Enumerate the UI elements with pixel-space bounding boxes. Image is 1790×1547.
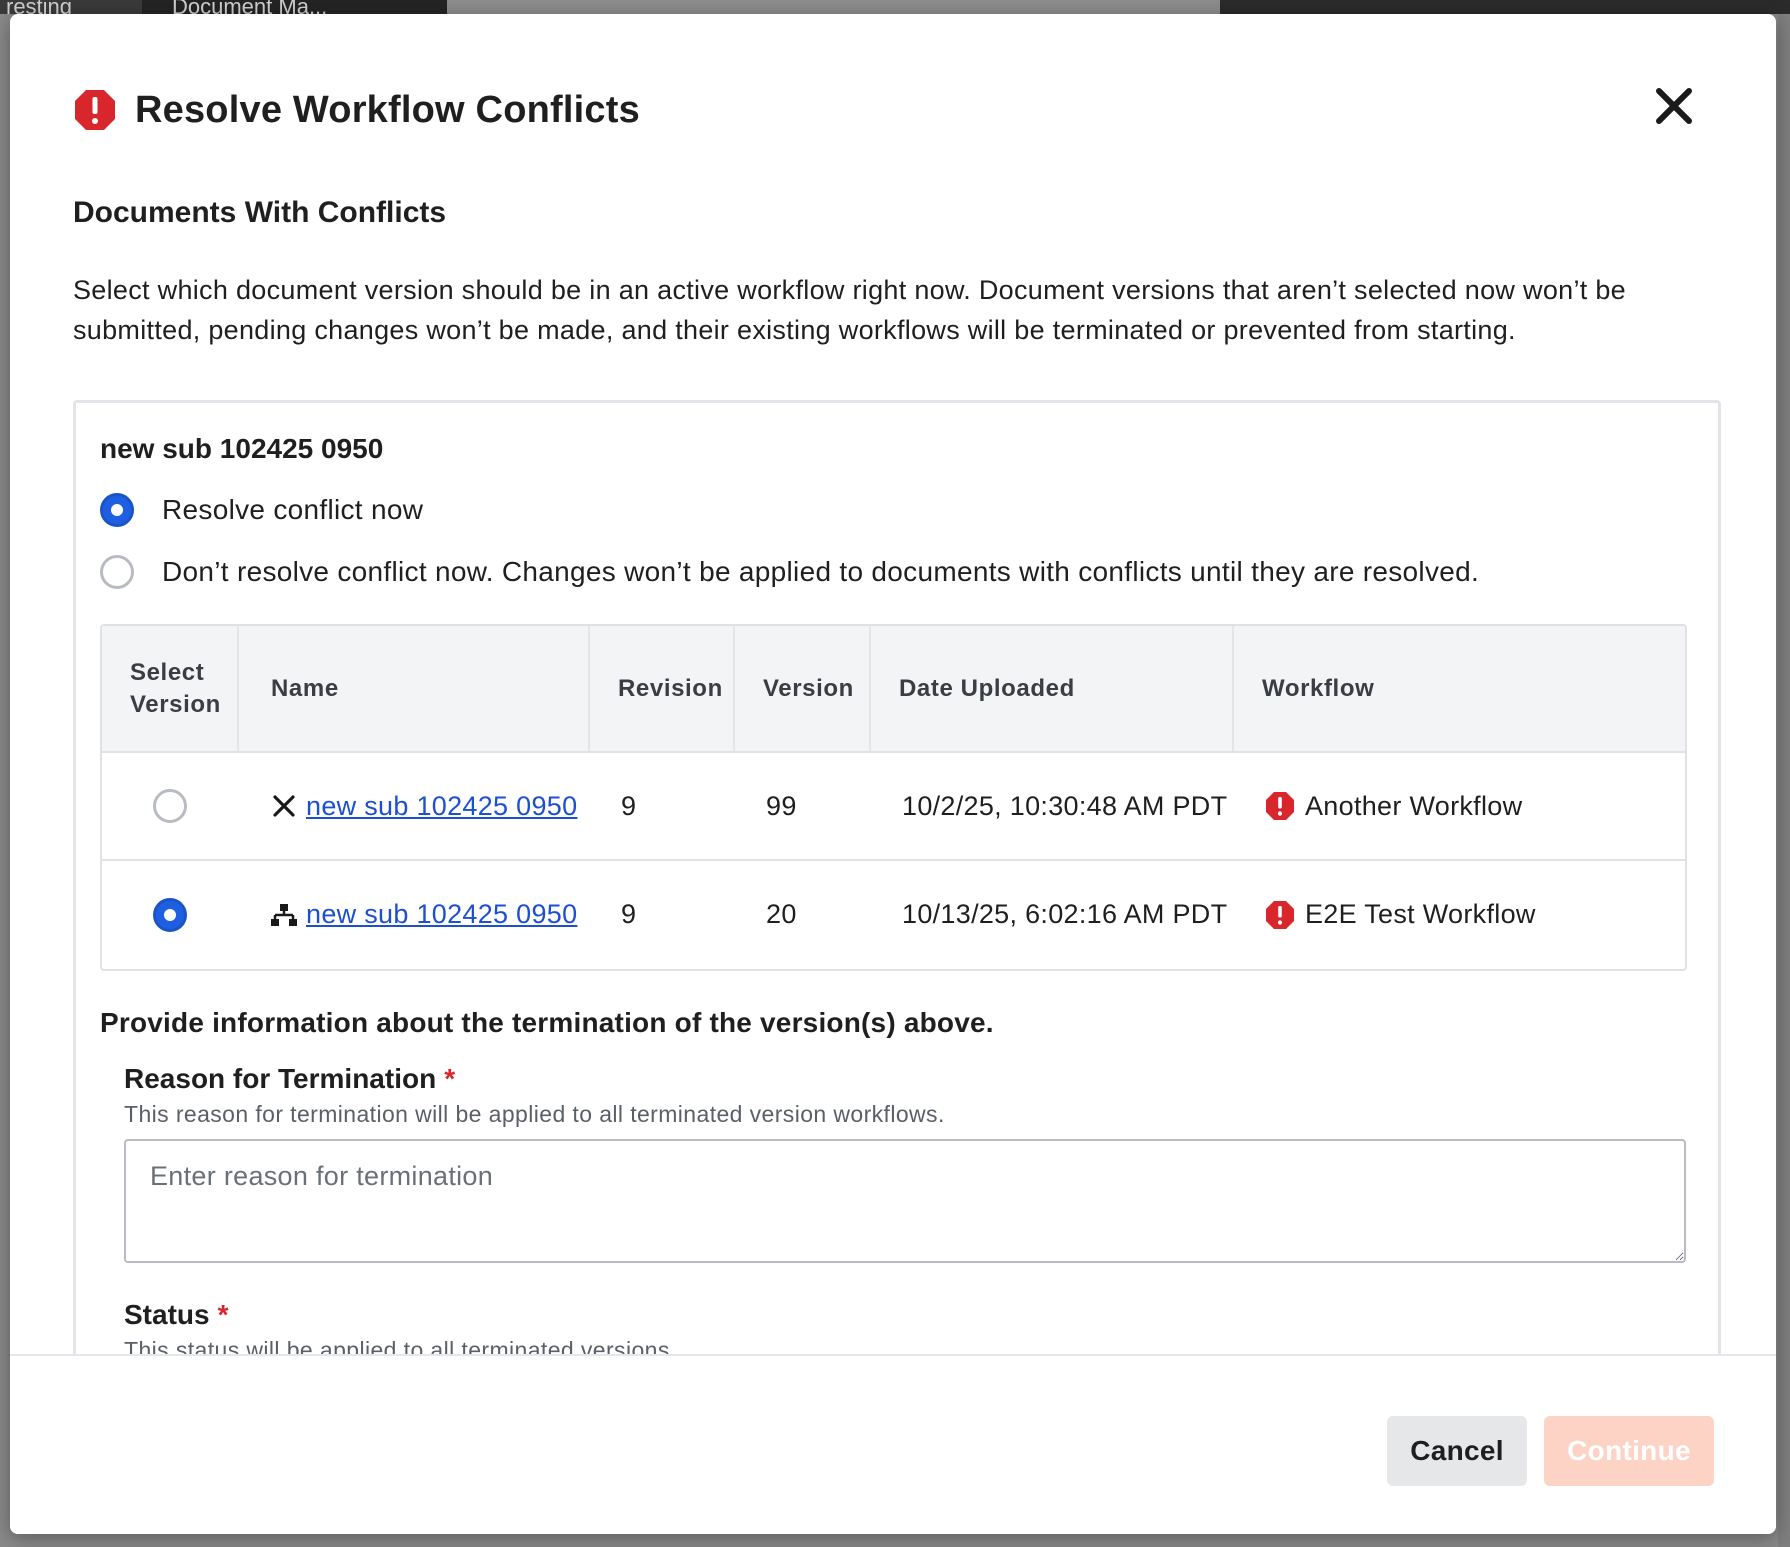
column-header-workflow: Workflow	[1233, 626, 1685, 753]
close-icon	[1656, 88, 1692, 124]
status-helper-text: This status will be applied to all termi…	[124, 1337, 677, 1354]
continue-button[interactable]: Continue	[1544, 1416, 1714, 1486]
resolve-later-option[interactable]: Don’t resolve conflict now. Changes won’…	[100, 555, 1479, 589]
revision-cell: 9	[621, 790, 637, 821]
status-label-text: Status	[124, 1299, 210, 1330]
select-version-radio[interactable]	[153, 897, 187, 932]
column-header-select-version: Select Version	[102, 626, 239, 753]
reason-input[interactable]	[124, 1139, 1686, 1263]
workflow-cell: Another Workflow	[1233, 752, 1685, 860]
select-version-radio[interactable]	[153, 789, 187, 823]
date-uploaded-cell: 10/2/25, 10:30:48 AM PDT	[902, 790, 1228, 821]
revision-cell: 9	[589, 859, 734, 968]
alert-octagon-icon	[1266, 792, 1294, 820]
section-heading: Documents With Conflicts	[73, 196, 447, 229]
background-tab-bar: resting Document Ma...	[0, 0, 1790, 14]
select-version-cell	[102, 752, 238, 860]
name-cell: new sub 102425 0950	[238, 752, 589, 860]
document-link[interactable]: new sub 102425 0950	[306, 899, 577, 930]
hierarchy-icon	[271, 903, 297, 926]
modal-description: Select which document version should be …	[73, 275, 1626, 345]
date-uploaded-cell: 10/13/25, 6:02:16 AM PDT	[870, 859, 1233, 968]
resolve-later-radio[interactable]	[100, 555, 134, 589]
termination-heading: Provide information about the terminatio…	[100, 1007, 994, 1038]
required-marker: *	[444, 1063, 456, 1094]
workflow-name: E2E Test Workflow	[1305, 899, 1536, 929]
reason-label-text: Reason for Termination	[124, 1063, 437, 1094]
version-cell: 20	[734, 859, 870, 968]
background-tab-empty	[447, 0, 1220, 14]
resolve-later-label: Don’t resolve conflict now. Changes won’…	[162, 556, 1480, 587]
background-strip	[1778, 14, 1790, 1547]
table-row: new sub 102425 0950 9 99 10/2/25, 10:30:…	[102, 752, 1685, 860]
column-header-version: Version	[734, 626, 871, 753]
workflow-cell: E2E Test Workflow	[1233, 859, 1685, 968]
table-row: new sub 102425 0950 9 20 10/13/25, 6:02:…	[102, 859, 1685, 968]
column-header-date-uploaded: Date Uploaded	[870, 626, 1234, 753]
required-marker: *	[217, 1299, 229, 1330]
resolve-now-label: Resolve conflict now	[162, 494, 424, 525]
name-cell: new sub 102425 0950	[238, 859, 589, 968]
resolve-now-option[interactable]: Resolve conflict now	[100, 493, 423, 527]
reason-helper-text: This reason for termination will be appl…	[124, 1101, 945, 1127]
reason-label: Reason for Termination *	[124, 1063, 455, 1095]
status-label: Status *	[124, 1299, 228, 1331]
x-icon	[273, 795, 295, 817]
conflict-card: new sub 102425 0950 Resolve conflict now…	[73, 400, 1721, 1354]
resolve-now-radio[interactable]	[100, 493, 134, 527]
cancel-button[interactable]: Cancel	[1387, 1416, 1527, 1486]
modal-footer: Cancel Continue	[10, 1354, 1776, 1534]
alert-octagon-icon	[75, 90, 115, 130]
modal-header: Resolve Workflow Conflicts	[73, 70, 640, 150]
column-header-name: Name	[238, 626, 590, 753]
workflow-name: Another Workflow	[1305, 790, 1523, 821]
resolve-conflicts-modal: Resolve Workflow Conflicts Documents Wit…	[10, 14, 1776, 1534]
modal-title: Resolve Workflow Conflicts	[135, 88, 640, 131]
document-link[interactable]: new sub 102425 0950	[306, 791, 577, 822]
versions-table: Select Version Name Revision Version Dat…	[100, 624, 1687, 971]
version-cell: 99	[766, 790, 797, 821]
table-header-row: Select Version Name Revision Version Dat…	[102, 626, 1685, 753]
select-version-cell	[102, 859, 238, 968]
column-header-revision: Revision	[589, 626, 735, 753]
alert-octagon-icon	[1266, 900, 1294, 929]
modal-scroll-area[interactable]: Resolve Workflow Conflicts Documents Wit…	[10, 14, 1776, 1354]
background-tab: resting	[0, 0, 146, 14]
background-tab: Document Ma...	[142, 0, 477, 14]
document-title: new sub 102425 0950	[100, 433, 384, 464]
close-button[interactable]	[1644, 76, 1704, 136]
